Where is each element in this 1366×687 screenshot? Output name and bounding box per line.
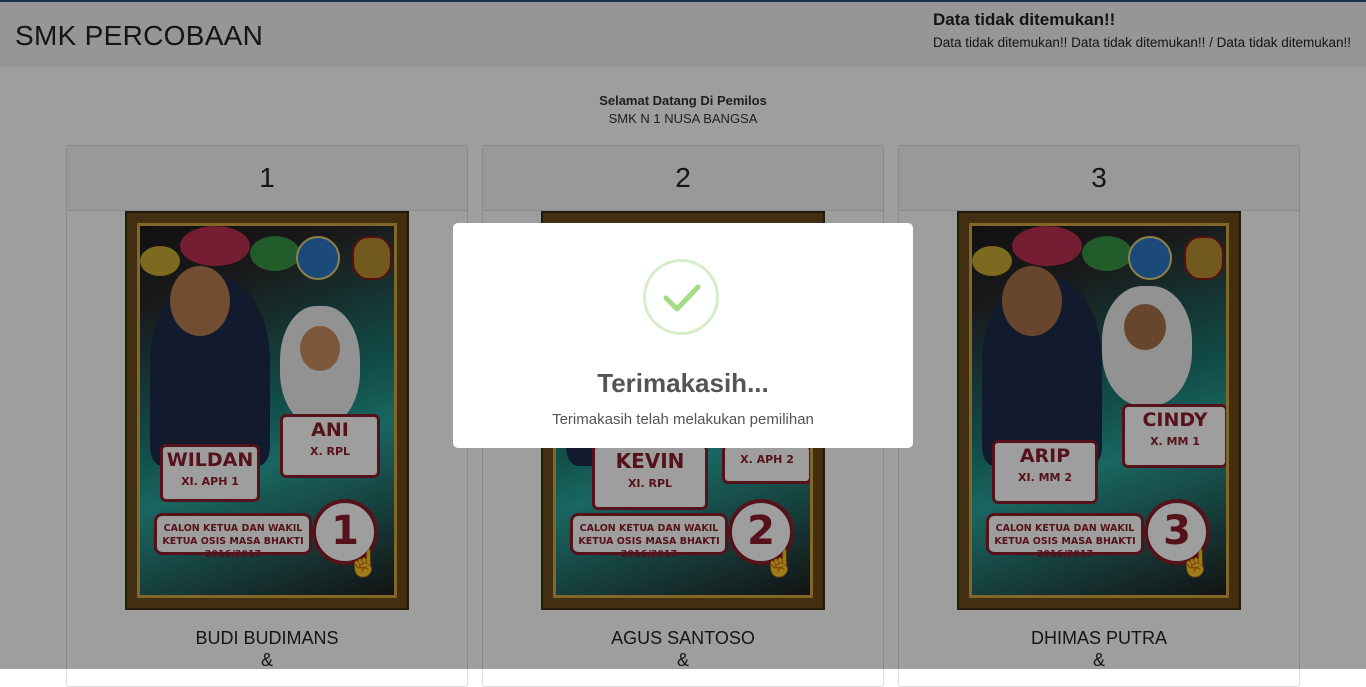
modal-title: Terimakasih... (597, 368, 769, 398)
modal-text: Terimakasih telah melakukan pemilihan (552, 411, 814, 428)
success-modal: Terimakasih... Terimakasih telah melakuk… (453, 223, 913, 448)
success-check-icon (643, 259, 719, 335)
